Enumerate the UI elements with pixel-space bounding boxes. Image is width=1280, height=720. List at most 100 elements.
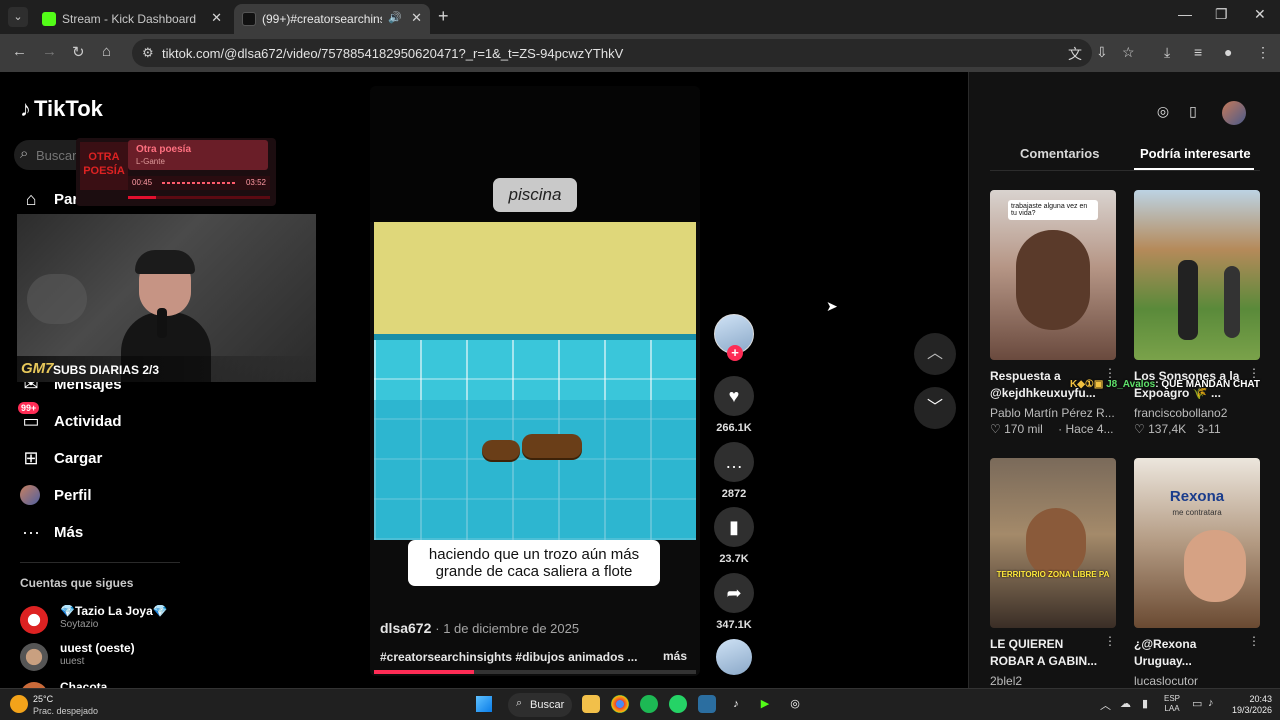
phone-icon[interactable]: ▯	[1182, 103, 1204, 125]
nav-mas[interactable]: ··· Más	[20, 519, 190, 547]
video-author[interactable]: dlsa672	[380, 620, 431, 636]
app-icon[interactable]	[698, 695, 716, 713]
more-options-icon[interactable]: ⋮	[1104, 634, 1116, 648]
menu-icon[interactable]: ⋮	[1256, 44, 1270, 61]
install-app-icon[interactable]: ⇩	[1096, 44, 1108, 61]
like-button[interactable]: ♥	[714, 376, 754, 416]
maximize-icon[interactable]: ❐	[1215, 6, 1228, 23]
video-date: 1 de diciembre de 2025	[443, 621, 580, 636]
card-author[interactable]: franciscobollano2	[1134, 406, 1260, 420]
tab-close-icon[interactable]: ✕	[411, 10, 422, 26]
compass-icon[interactable]: ◎	[1152, 103, 1174, 125]
more-link[interactable]: más	[663, 649, 687, 663]
save-button[interactable]: ▮	[714, 507, 754, 547]
address-bar[interactable]: ⚙ tiktok.com/@dlsa672/video/757885418295…	[132, 39, 1092, 67]
next-video-button[interactable]: ﹀	[914, 387, 956, 429]
following-name: 💎Tazio La Joya💎	[60, 604, 168, 618]
following-name: uuest (oeste)	[60, 641, 135, 655]
clock-date: 19/3/2026	[1231, 705, 1272, 715]
chrome-icon[interactable]	[611, 695, 629, 713]
tiktok-logo[interactable]: ♪ TikTok	[20, 96, 103, 122]
tab-search-button[interactable]: ⌄	[8, 7, 28, 27]
kick-icon[interactable]: ▶	[756, 695, 774, 713]
card-author[interactable]: Pablo Martín Pérez R...	[990, 406, 1116, 420]
album-art: OTRA POESÍA	[80, 142, 128, 190]
tiktok-icon[interactable]: ♪	[727, 695, 745, 713]
network-icon[interactable]: ▭	[1192, 697, 1202, 710]
video-hashtags[interactable]: #creatorsearchinsights #dibujos animados…	[380, 650, 637, 664]
card-meta: ♡ 137,4K 3-11	[1134, 422, 1260, 436]
speaker-icon[interactable]: 🔊	[388, 11, 402, 24]
tab-kick-dashboard[interactable]: Stream - Kick Dashboard ✕	[34, 4, 230, 34]
more-options-icon[interactable]: ⋮	[1248, 366, 1260, 380]
profile-avatar-icon[interactable]: ●	[1224, 44, 1232, 60]
video-thumbnail[interactable]: Rexona me contratara	[1134, 458, 1260, 628]
windows-start-icon[interactable]	[476, 696, 492, 712]
site-info-icon[interactable]: ⚙	[142, 45, 154, 61]
download-icon[interactable]: ⤓	[1164, 44, 1170, 61]
track-progress-fill	[128, 196, 157, 199]
forward-icon[interactable]: →	[42, 43, 57, 60]
translate-icon[interactable]: 文	[1068, 44, 1082, 64]
mic-icon[interactable]: ▮	[1142, 697, 1148, 710]
tray-chevron-icon[interactable]: ︿	[1100, 697, 1111, 713]
following-item[interactable]: uuest (oeste) uuest	[20, 641, 220, 675]
floating-object	[522, 434, 582, 458]
video-caption-bottom: haciendo que un trozo aún más grande de …	[408, 540, 660, 586]
video-caption-top: piscina	[493, 178, 577, 212]
nav-label: Más	[54, 524, 84, 541]
nav-actividad[interactable]: ▭ 99+ Actividad	[18, 402, 190, 436]
user-avatar[interactable]	[1222, 101, 1246, 125]
card-author[interactable]: lucaslocutor	[1134, 674, 1260, 688]
close-icon[interactable]: ✕	[1254, 6, 1266, 23]
tabs-divider	[990, 170, 1260, 171]
sound-disc-avatar[interactable]	[716, 639, 752, 675]
nav-label: Actividad	[54, 413, 122, 430]
video-thumbnail[interactable]: trabajaste alguna vez en tu vida?	[990, 190, 1116, 360]
obs-icon[interactable]: ◎	[786, 695, 804, 713]
following-item[interactable]: 💎Tazio La Joya💎 Soytazio	[20, 604, 220, 638]
weather-temp[interactable]: 25°C	[33, 694, 53, 704]
search-icon: ⌕	[516, 697, 523, 709]
chat-text: QUE MANDAN CHAT	[1161, 379, 1261, 390]
more-options-icon[interactable]: ⋮	[1104, 366, 1116, 380]
card-author[interactable]: 2blel2	[990, 674, 1116, 688]
heart-icon: ♥	[728, 386, 740, 406]
volume-icon[interactable]: ♪	[1208, 697, 1214, 709]
creator-avatar[interactable]: +	[714, 314, 754, 361]
tab-comentarios[interactable]: Comentarios	[1020, 146, 1099, 161]
video-thumbnail[interactable]: TERRITORIO ZONA LIBRE PA	[990, 458, 1116, 628]
video-player[interactable]: piscina haciendo que un trozo aún más gr…	[370, 86, 700, 676]
media-control-icon[interactable]: ≡	[1194, 44, 1202, 60]
tab-tiktok[interactable]: (99+)#creatorsearchinsights 🔊 ✕	[234, 4, 430, 34]
file-explorer-icon[interactable]	[582, 695, 600, 713]
reload-icon[interactable]: ↻	[72, 43, 85, 61]
tab-close-icon[interactable]: ✕	[211, 10, 222, 26]
language-indicator[interactable]: ESP LAA	[1164, 694, 1180, 714]
previous-video-button[interactable]: ︿	[914, 333, 956, 375]
home-icon[interactable]: ⌂	[102, 43, 111, 60]
bookmark-star-icon[interactable]: ☆	[1122, 44, 1135, 61]
more-options-icon[interactable]: ⋮	[1248, 634, 1260, 648]
system-clock[interactable]: 20:43 19/3/2026	[1226, 694, 1272, 716]
video-thumbnail[interactable]	[1134, 190, 1260, 360]
onedrive-icon[interactable]: ☁	[1120, 697, 1131, 710]
address-url[interactable]: tiktok.com/@dlsa672/video/75788541829506…	[162, 46, 623, 61]
spotify-icon[interactable]	[640, 695, 658, 713]
tab-podria-interesarte[interactable]: Podría interesarte	[1140, 146, 1251, 161]
whatsapp-icon[interactable]	[669, 695, 687, 713]
track-timeline: 00:45 03:52	[128, 176, 270, 190]
comment-button[interactable]: …	[714, 442, 754, 482]
taskbar-search[interactable]: ⌕ Buscar	[508, 693, 572, 717]
new-tab-button[interactable]: +	[438, 6, 449, 27]
nav-perfil[interactable]: Perfil	[20, 482, 190, 510]
track-artist: L-Gante	[136, 157, 165, 166]
weather-sun-icon[interactable]	[10, 695, 28, 713]
minimize-icon[interactable]: —	[1178, 6, 1192, 22]
video-progress-bar[interactable]	[374, 670, 696, 674]
follow-plus-icon[interactable]: +	[727, 345, 743, 361]
nav-cargar[interactable]: ⊞ Cargar	[20, 445, 190, 473]
weather-desc[interactable]: Prac. despejado	[33, 706, 98, 716]
share-button[interactable]: ➦	[714, 573, 754, 613]
back-icon[interactable]: ←	[12, 43, 27, 60]
